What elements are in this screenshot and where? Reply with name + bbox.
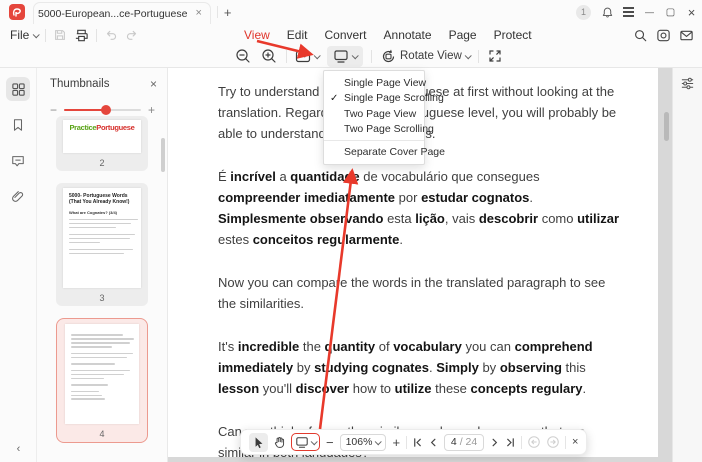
mail-icon[interactable] (679, 28, 694, 43)
file-menu[interactable]: File (10, 28, 38, 42)
thumbnail-page-3[interactable]: 5000- Portuguese Words (That You Already… (56, 183, 148, 306)
zoom-out-button[interactable]: − (325, 435, 335, 450)
tab-bar: 5000-European...ce-Portuguese × + 1 — ▢ … (0, 0, 702, 24)
zoom-out-icon[interactable] (234, 47, 252, 65)
select-tool-button[interactable] (249, 433, 268, 452)
hand-tool-button[interactable] (273, 436, 286, 449)
menu-page[interactable]: Page (449, 28, 477, 42)
document-scrollbar[interactable] (664, 112, 669, 141)
document-tab[interactable]: 5000-European...ce-Portuguese × (33, 2, 211, 24)
rotate-view-dropdown[interactable]: Rotate View (380, 48, 470, 65)
close-toolbar-button[interactable]: × (571, 436, 578, 448)
slider-track[interactable] (64, 109, 141, 111)
panel-scrollbar[interactable] (161, 138, 165, 172)
fit-page-dropdown[interactable] (295, 49, 319, 64)
fullscreen-icon[interactable] (487, 48, 503, 64)
new-tab-button[interactable]: + (224, 5, 232, 20)
zoom-level-dropdown[interactable]: 106% (340, 434, 387, 451)
thumbnails-panel: Thumbnails × − + PracticePortuguese 2 5000… (37, 68, 168, 462)
minimize-button[interactable]: — (639, 0, 660, 24)
menu-annotate[interactable]: Annotate (384, 28, 432, 42)
menu-view[interactable]: View (244, 28, 270, 42)
chevron-down-icon (375, 438, 382, 445)
menu-item-single-page-scrolling[interactable]: ✓Single Page Scrolling (324, 91, 424, 107)
floating-status-toolbar: − 106% + 4/ 24 × (240, 429, 587, 455)
menu-edit[interactable]: Edit (287, 28, 308, 42)
menu-item-single-page-view[interactable]: Single Page View (324, 75, 424, 91)
history-forward-button[interactable] (546, 435, 560, 449)
notification-badge[interactable]: 1 (576, 5, 591, 20)
rotate-view-label: Rotate View (400, 50, 462, 62)
sidebar-icon-strip: ‹ (0, 68, 37, 462)
chevron-down-icon (33, 31, 40, 38)
properties-sliders-icon[interactable] (680, 76, 695, 462)
thumbnails-panel-icon[interactable] (6, 77, 30, 101)
thumbnail-page-2[interactable]: PracticePortuguese 2 (56, 116, 148, 171)
history-back-button[interactable] (527, 435, 541, 449)
maximize-button[interactable]: ▢ (660, 0, 681, 24)
redo-icon[interactable] (125, 28, 139, 42)
undo-icon[interactable] (104, 28, 118, 42)
window-controls: 1 — ▢ × (576, 0, 702, 24)
menu-item-two-page-scrolling[interactable]: Two Page Scrolling (324, 122, 424, 138)
attachments-panel-icon[interactable] (6, 185, 30, 209)
paragraph: É incrível a quantidade de vocabulário q… (218, 166, 622, 250)
chevron-down-icon (314, 52, 321, 59)
zoom-in-icon[interactable] (260, 47, 278, 65)
right-panel-strip (672, 68, 702, 462)
thumbnail-size-slider: − + (37, 91, 167, 117)
bookmarks-panel-icon[interactable] (6, 113, 30, 137)
menu-protect[interactable]: Protect (494, 28, 532, 42)
menu-item-separate-cover-page[interactable]: Separate Cover Page (324, 144, 424, 160)
tab-close-icon[interactable]: × (195, 8, 201, 19)
first-page-button[interactable] (412, 437, 423, 448)
zoom-in-button[interactable]: + (391, 435, 401, 450)
thumbnail-page-number: 4 (57, 429, 147, 439)
panel-close-icon[interactable]: × (150, 77, 157, 91)
bell-icon[interactable] (597, 0, 618, 24)
thumbnail-page-number: 2 (56, 158, 148, 168)
chevron-down-icon (464, 52, 471, 59)
checkmark-icon: ✓ (330, 93, 338, 104)
collapse-sidebar-button[interactable]: ‹ (0, 443, 37, 455)
slider-minus[interactable]: − (50, 103, 57, 117)
slider-plus[interactable]: + (148, 103, 155, 117)
practice-portuguese-logo: PracticePortuguese (63, 120, 141, 132)
thumbnail-list: PracticePortuguese 2 5000- Portuguese Word… (37, 116, 167, 462)
chevron-down-icon (311, 438, 318, 445)
page-number-input[interactable]: 4/ 24 (444, 434, 484, 451)
panel-title: Thumbnails (50, 78, 109, 90)
page-view-mode-button[interactable] (327, 46, 363, 67)
toolbar: Rotate View (0, 46, 702, 68)
slider-handle[interactable] (101, 105, 111, 115)
next-page-button[interactable] (489, 437, 500, 448)
page-view-dropdown-menu: Single Page View✓Single Page ScrollingTw… (323, 70, 425, 165)
menu-convert[interactable]: Convert (324, 28, 366, 42)
paragraph: Now you can compare the words in the tra… (218, 272, 622, 314)
tab-title: 5000-European...ce-Portuguese (38, 8, 187, 20)
page-view-mode-button-bottom[interactable] (291, 433, 320, 451)
app-logo-icon[interactable] (9, 4, 25, 20)
chevron-down-icon (352, 52, 359, 59)
pdf-editor-window: 5000-European...ce-Portuguese × + 1 — ▢ … (0, 0, 702, 462)
paragraph: It's incredible the quantity of vocabula… (218, 336, 622, 399)
menu-item-two-page-view[interactable]: Two Page View (324, 106, 424, 122)
last-page-button[interactable] (505, 437, 516, 448)
thumbnail-page-4[interactable]: 4 (56, 318, 148, 443)
close-button[interactable]: × (681, 0, 702, 24)
divider (217, 6, 218, 18)
previous-page-button[interactable] (428, 437, 439, 448)
hamburger-menu-icon[interactable] (618, 0, 639, 24)
print-icon[interactable] (74, 28, 89, 43)
save-icon[interactable] (53, 28, 67, 42)
comments-panel-icon[interactable] (6, 149, 30, 173)
snapshot-icon[interactable] (656, 28, 671, 43)
thumbnail-page-number: 3 (56, 293, 148, 303)
search-icon[interactable] (633, 28, 648, 43)
